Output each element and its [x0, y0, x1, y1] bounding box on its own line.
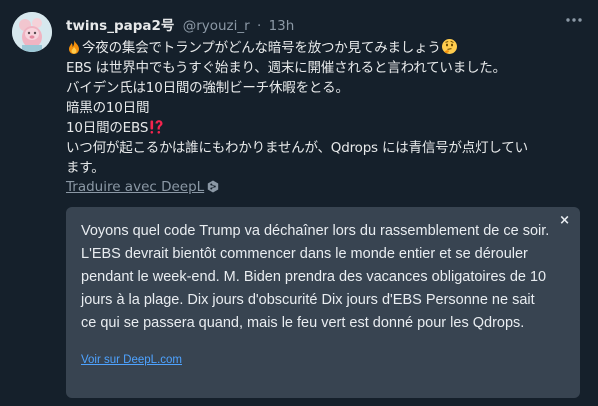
- interrobang-emoji-icon: [150, 120, 163, 134]
- translate-with-deepl-link[interactable]: Traduire avec DeepL: [66, 179, 219, 195]
- separator-dot: ·: [256, 18, 262, 34]
- tweet-line-4: 暗黒の10日間: [66, 100, 150, 116]
- tweet-line-6: いつ何が起こるかは誰にもわかりませんが、Qdrops には青信号が点灯してい: [66, 140, 528, 156]
- more-options-icon[interactable]: [564, 13, 584, 27]
- tweet-line-3: バイデン氏は10日間の強制ビーチ休暇をとる。: [66, 80, 349, 96]
- translation-text: Voyons quel code Trump va déchaîner lors…: [81, 223, 550, 331]
- view-on-deepl-link[interactable]: Voir sur DeepL.com: [81, 354, 182, 366]
- tweet-line-5-text: 10日間のEBS: [66, 120, 149, 136]
- translation-popup: × Voyons quel code Trump va déchaîner lo…: [66, 207, 580, 398]
- translate-link-label: Traduire avec DeepL: [66, 179, 205, 195]
- deepl-logo-icon: [208, 180, 219, 193]
- tweet-header: twins_papa2号 @ryouzi_r · 13h: [66, 14, 558, 34]
- close-icon[interactable]: ×: [559, 213, 570, 228]
- thinking-face-emoji-icon: [441, 39, 457, 54]
- user-handle[interactable]: @ryouzi_r: [183, 18, 250, 34]
- timestamp[interactable]: 13h: [269, 18, 295, 34]
- fire-emoji-icon: [69, 40, 79, 54]
- tweet-body: 今夜の集会でトランプがどんな暗号を放つか見てみましょう EBS は世界中でもうす…: [66, 38, 582, 178]
- avatar[interactable]: [12, 12, 52, 52]
- tweet-line-1: 今夜の集会でトランプがどんな暗号を放つか見てみましょう: [66, 38, 582, 58]
- avatar-image: [12, 12, 52, 52]
- tweet-line-2: EBS は世界中でもうすぐ始まり、週末に開催されると言われていました。: [66, 60, 506, 76]
- tweet-line-5: 10日間のEBS: [66, 118, 582, 138]
- tweet: twins_papa2号 @ryouzi_r · 13h 今夜の集会でトランプが…: [0, 0, 598, 406]
- display-name[interactable]: twins_papa2号: [66, 18, 174, 34]
- tweet-line-7: ます。: [66, 160, 105, 176]
- tweet-line-1-text: 今夜の集会でトランプがどんな暗号を放つか見てみましょう: [82, 40, 441, 56]
